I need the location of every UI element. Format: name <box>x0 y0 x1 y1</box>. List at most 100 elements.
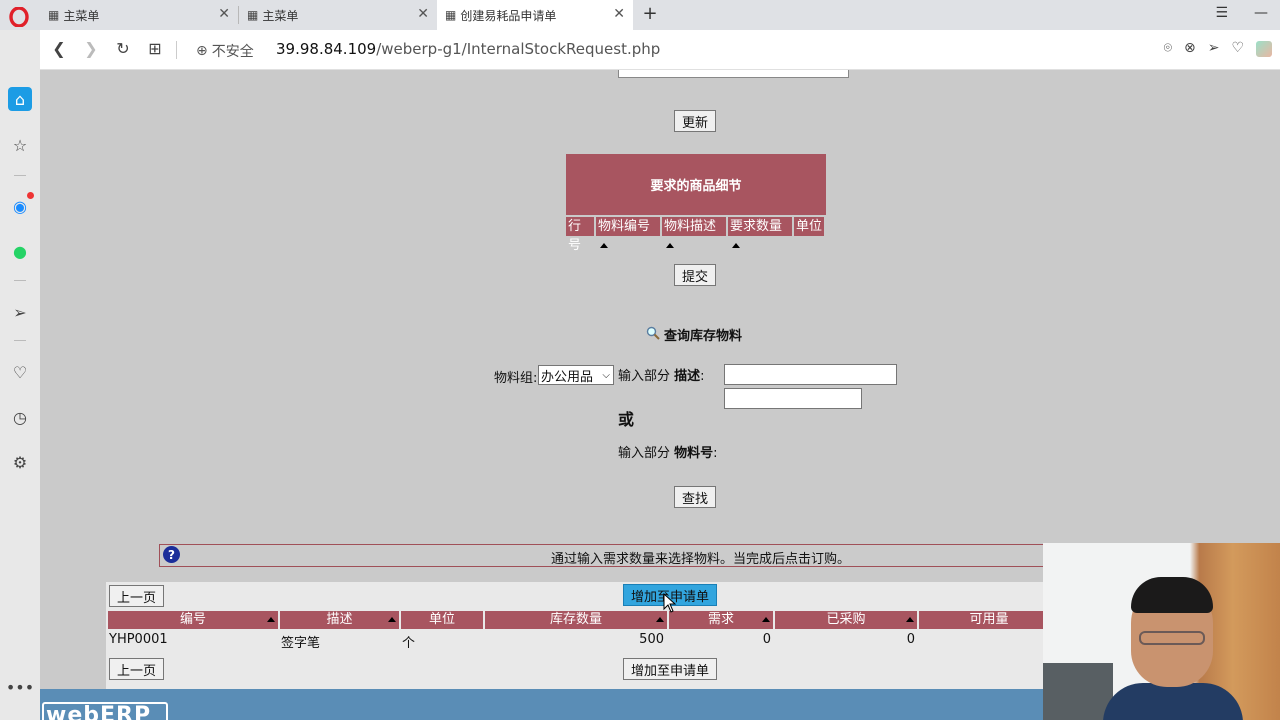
sort-arrow-icon <box>762 617 770 622</box>
col-demand[interactable]: 需求 <box>669 611 773 629</box>
sort-arrow-icon <box>267 617 275 622</box>
details-header: 要求的商品细节 <box>566 154 826 215</box>
item-code-search-input[interactable] <box>724 388 862 409</box>
address-bar: ❮ ❯ ↻ ⊞ ⊕ 不安全 39.98.84.109/weberp-g1/Int… <box>40 30 1280 70</box>
col-available[interactable]: 可用量 <box>919 611 1059 629</box>
col-item-code[interactable]: 物料编号 <box>596 217 660 248</box>
security-indicator[interactable]: ⊕ 不安全 <box>196 41 254 61</box>
tabs-grid-icon[interactable]: ⊞ <box>144 39 166 58</box>
row-on-order: 0 <box>906 632 915 647</box>
page-icon: ▦ <box>247 8 259 22</box>
webcam-background-shelf <box>1043 663 1113 720</box>
previous-page-button-bottom[interactable]: 上一页 <box>109 658 165 680</box>
row-demand: 0 <box>762 632 771 647</box>
sort-arrow-icon <box>388 617 396 622</box>
tab-bar: ▦ 主菜单 ✕ ▦ 主菜单 ✕ ▦ 创建易耗品申请单 ✕ + ☰ — <box>0 0 1280 30</box>
row-unit: 个 <box>402 636 416 651</box>
close-icon[interactable]: ✕ <box>417 6 429 22</box>
code-search-label: 输入部分 物料号: <box>618 446 718 461</box>
notification-badge <box>27 192 34 199</box>
page-icon: ▦ <box>48 8 60 22</box>
sort-arrow-icon <box>600 243 608 248</box>
history-clock-icon[interactable]: ◷ <box>8 405 32 429</box>
desc-search-label: 输入部分 描述: <box>618 369 705 384</box>
sort-arrow-icon <box>732 243 740 248</box>
col-stock-qty[interactable]: 库存数量 <box>485 611 667 629</box>
heart-icon[interactable]: ♡ <box>1231 40 1244 56</box>
or-separator: 或 <box>618 410 635 429</box>
webcam-presenter-body <box>1103 683 1243 720</box>
sidebar-divider <box>14 175 26 176</box>
webcam-overlay <box>1043 543 1280 720</box>
col-unit[interactable]: 单位 <box>401 611 483 629</box>
opera-logo-icon[interactable] <box>8 6 30 28</box>
col-unit[interactable]: 单位 <box>794 217 824 236</box>
messenger-icon[interactable]: ◉ <box>8 192 34 218</box>
star-icon[interactable]: ☆ <box>8 133 32 157</box>
send-icon[interactable]: ➢ <box>1208 40 1220 56</box>
tab-menu-icon[interactable]: ☰ <box>1215 5 1228 21</box>
tab-title: 主菜单 <box>262 8 299 23</box>
search-button[interactable]: 查找 <box>674 486 717 508</box>
add-to-request-button-bottom[interactable]: 增加至申请单 <box>623 658 718 680</box>
browser-sidebar: ⌂ ☆ ◉ ● ➢ ♡ ◷ ⚙ ••• <box>0 30 40 720</box>
heart-icon[interactable]: ♡ <box>8 360 32 384</box>
row-code: YHP0001 <box>109 632 168 647</box>
row-stock-qty: 500 <box>639 632 664 647</box>
sort-arrow-icon <box>666 243 674 248</box>
col-item-desc[interactable]: 物料描述 <box>662 217 726 248</box>
webcam-presenter-glasses <box>1139 631 1205 645</box>
details-column-headers: 行号 物料编号 物料描述 要求数量 单位 <box>566 217 824 253</box>
minimize-icon[interactable]: — <box>1254 5 1268 21</box>
send-icon[interactable]: ➢ <box>8 300 32 324</box>
more-dots-icon[interactable]: ••• <box>6 675 34 699</box>
forward-icon[interactable]: ❯ <box>80 39 102 58</box>
close-icon[interactable]: ✕ <box>218 6 230 22</box>
tab-title: 创建易耗品申请单 <box>460 8 557 23</box>
tab-main-menu-1[interactable]: ▦ 主菜单 ✕ <box>40 0 238 30</box>
webcam-presenter-hair <box>1131 577 1213 613</box>
security-label: 不安全 <box>211 44 254 60</box>
url-host: 39.98.84.109 <box>276 40 377 58</box>
item-group-label: 物料组: <box>494 371 538 386</box>
tab-internal-stock-request[interactable]: ▦ 创建易耗品申请单 ✕ <box>437 0 633 30</box>
settings-gear-icon[interactable]: ⚙ <box>8 450 32 474</box>
page-icon: ▦ <box>445 8 457 22</box>
help-message-text: 通过输入需求数量来选择物料。当完成后点击订购。 <box>551 552 851 567</box>
row-available: 5 <box>920 632 1060 647</box>
narrative-textarea[interactable] <box>618 70 849 78</box>
sidebar-divider <box>14 280 26 281</box>
home-icon[interactable]: ⌂ <box>8 87 32 111</box>
col-code[interactable]: 编号 <box>108 611 278 629</box>
description-search-input[interactable] <box>724 364 897 385</box>
update-button[interactable]: 更新 <box>674 110 717 132</box>
col-on-order[interactable]: 已采购 <box>775 611 917 629</box>
search-title: 查询库存物料 <box>646 325 742 344</box>
whatsapp-icon[interactable]: ● <box>8 239 32 263</box>
previous-page-button[interactable]: 上一页 <box>109 585 165 607</box>
row-description: 签字笔 <box>281 636 321 651</box>
globe-icon: ⊕ <box>196 43 208 59</box>
new-tab-plus-icon[interactable]: + <box>640 3 660 24</box>
reload-icon[interactable]: ↻ <box>112 39 134 58</box>
col-line-no[interactable]: 行号 <box>566 217 594 253</box>
url-field[interactable]: 39.98.84.109/weberp-g1/InternalStockRequ… <box>276 40 660 58</box>
camera-icon[interactable]: ⌾ <box>1164 40 1172 56</box>
weberp-logo: webERP <box>42 702 168 720</box>
tab-title: 主菜单 <box>63 8 100 23</box>
extension-cube-icon[interactable] <box>1256 41 1272 57</box>
tab-main-menu-2[interactable]: ▦ 主菜单 ✕ <box>239 0 437 30</box>
sort-arrow-icon <box>906 617 914 622</box>
address-divider <box>176 41 177 59</box>
back-icon[interactable]: ❮ <box>48 39 70 58</box>
item-group-select[interactable]: 办公用品 ⌵ <box>538 365 614 385</box>
chevron-down-icon: ⌵ <box>602 369 610 381</box>
col-description[interactable]: 描述 <box>280 611 399 629</box>
close-icon[interactable]: ✕ <box>613 6 625 22</box>
sort-arrow-icon <box>656 617 664 622</box>
adblock-icon[interactable]: ⊗ <box>1184 40 1196 56</box>
help-question-icon: ? <box>163 546 180 563</box>
magnifier-icon <box>646 326 660 344</box>
col-qty-required[interactable]: 要求数量 <box>728 217 792 248</box>
submit-button[interactable]: 提交 <box>674 264 717 286</box>
